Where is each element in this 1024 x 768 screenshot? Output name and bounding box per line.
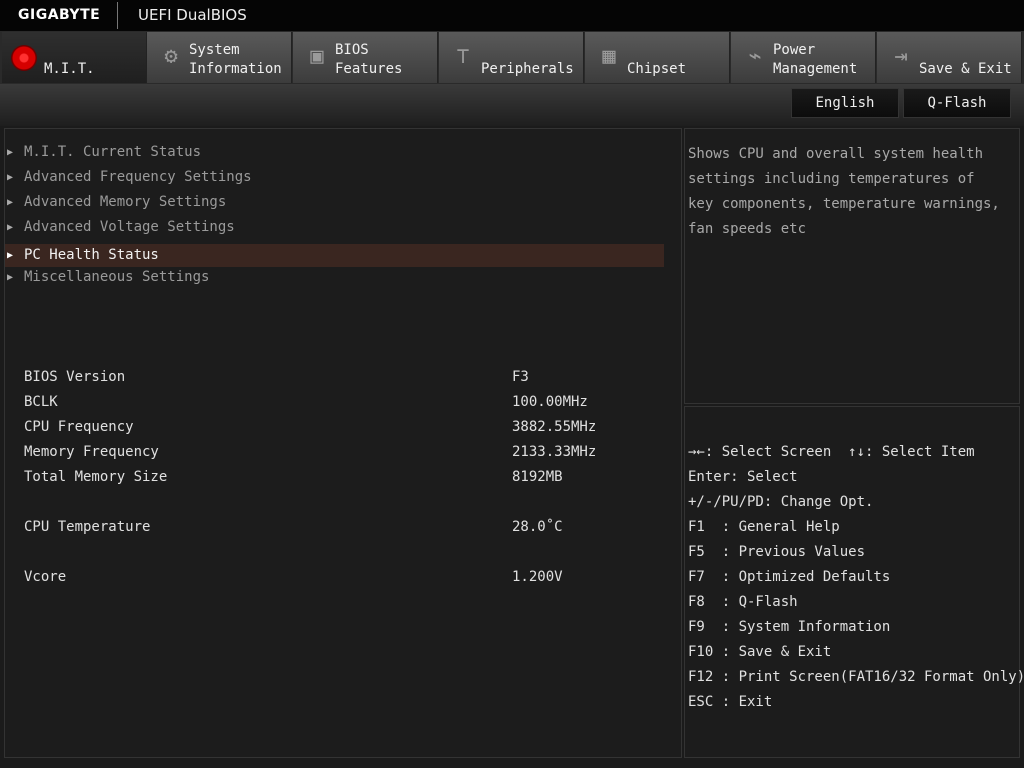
triangle-right-icon: ▶: [7, 197, 14, 208]
info-row-vcore: Vcore 1.200V: [24, 569, 563, 585]
chipset-icon: ▦: [602, 44, 616, 69]
exit-icon: ⇥: [894, 44, 908, 69]
tab-label: Chipset: [627, 61, 687, 77]
tab-label: M.I.T.: [44, 61, 95, 77]
info-row-bios-version: BIOS Version F3: [24, 369, 529, 385]
key-hint-f7: F7 : Optimized Defaults: [688, 569, 891, 585]
qflash-button[interactable]: Q-Flash: [903, 88, 1011, 118]
menu-item-advanced-voltage[interactable]: ▶ Advanced Voltage Settings: [5, 216, 664, 239]
triangle-right-icon: ▶: [7, 250, 14, 261]
tab-peripherals[interactable]: ⊤ Peripherals: [439, 32, 584, 83]
main-tabs: M.I.T. ⚙ System Information ▣ BIOS Featu…: [0, 31, 1024, 84]
tab-power-management[interactable]: ⌁ Power Management: [731, 32, 876, 83]
key-hint-f1: F1 : General Help: [688, 519, 840, 535]
key-hint-f10: F10 : Save & Exit: [688, 644, 832, 660]
info-row-cpu-temperature: CPU Temperature 28.0˚C: [24, 519, 563, 535]
tab-label: System Information: [189, 42, 282, 77]
key-hint-enter: Enter: Select: [688, 469, 798, 485]
info-row-bclk: BCLK 100.00MHz: [24, 394, 588, 410]
tab-label: Peripherals: [481, 61, 574, 77]
key-hint-f9: F9 : System Information: [688, 619, 891, 635]
info-row-memory-frequency: Memory Frequency 2133.33MHz: [24, 444, 597, 460]
mit-icon: [11, 45, 37, 71]
triangle-right-icon: ▶: [7, 222, 14, 233]
help-description: Shows CPU and overall system health sett…: [688, 146, 1000, 237]
info-row-total-memory: Total Memory Size 8192MB: [24, 469, 563, 485]
product-title: UEFI DualBIOS: [138, 6, 247, 24]
language-button[interactable]: English: [791, 88, 899, 118]
key-hint-navigation: →←: Select Screen ↑↓: Select Item: [688, 444, 975, 460]
triangle-right-icon: ▶: [7, 172, 14, 183]
key-hint-change: +/-/PU/PD: Change Opt.: [688, 494, 874, 510]
key-hint-f8: F8 : Q-Flash: [688, 594, 798, 610]
key-hint-esc: ESC : Exit: [688, 694, 773, 710]
brand-divider: [117, 2, 118, 29]
menu-item-pc-health-status[interactable]: ▶ PC Health Status: [5, 244, 664, 267]
gear-icon: ⚙: [164, 44, 178, 69]
triangle-right-icon: ▶: [7, 147, 14, 158]
menu-item-advanced-frequency[interactable]: ▶ Advanced Frequency Settings: [5, 166, 664, 189]
power-icon: ⌁: [748, 44, 762, 69]
key-hint-f5: F5 : Previous Values: [688, 544, 866, 560]
menu-item-miscellaneous[interactable]: ▶ Miscellaneous Settings: [5, 266, 664, 289]
top-bar: GIGABYTE UEFI DualBIOS: [0, 0, 1024, 31]
tab-chipset[interactable]: ▦ Chipset: [585, 32, 730, 83]
tab-label: Power Management: [773, 42, 858, 77]
tab-mit[interactable]: M.I.T.: [2, 32, 147, 83]
plug-icon: ⊤: [456, 44, 470, 69]
tab-system-information[interactable]: ⚙ System Information: [147, 32, 292, 83]
triangle-right-icon: ▶: [7, 272, 14, 283]
key-hint-f12: F12 : Print Screen(FAT16/32 Format Only): [688, 669, 1024, 685]
info-row-cpu-frequency: CPU Frequency 3882.55MHz: [24, 419, 597, 435]
brand-logo: GIGABYTE: [18, 7, 101, 23]
menu-item-advanced-memory[interactable]: ▶ Advanced Memory Settings: [5, 191, 664, 214]
tab-save-exit[interactable]: ⇥ Save & Exit: [877, 32, 1022, 83]
tab-label: BIOS Features: [335, 42, 403, 77]
chip-icon: ▣: [310, 44, 324, 69]
tab-label: Save & Exit: [919, 61, 1012, 77]
tab-bios-features[interactable]: ▣ BIOS Features: [293, 32, 438, 83]
menu-item-mit-current-status[interactable]: ▶ M.I.T. Current Status: [5, 141, 664, 164]
